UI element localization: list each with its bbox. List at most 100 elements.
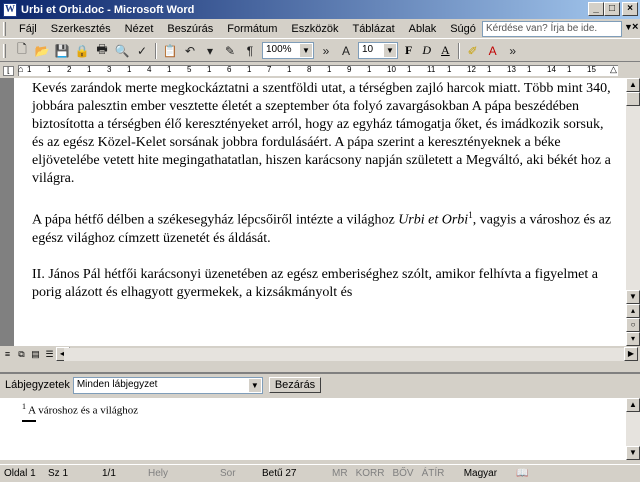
- status-extend[interactable]: BŐV: [388, 468, 417, 479]
- save-icon[interactable]: 💾: [52, 41, 72, 61]
- paragraph-2: A pápa hétfő délben a székesegyház lépcs…: [32, 206, 612, 248]
- toolbar-options-icon[interactable]: »: [316, 41, 336, 61]
- styles-icon[interactable]: A: [336, 41, 356, 61]
- ruler: ⌊ 1 1 2 1 3 1 4 1 5 1 6 1 7 1 8 1 9 1 10 1 11 1 12 1 13 1 14 1 15 ⌂ …: [0, 63, 640, 78]
- maximize-button[interactable]: □: [604, 2, 620, 16]
- document-text[interactable]: Kevés zarándok merte megkockáztatni a sz…: [32, 80, 612, 320]
- spelling-icon[interactable]: ✓: [132, 41, 152, 61]
- open-folder-icon[interactable]: 📂: [32, 41, 52, 61]
- font-color-icon[interactable]: A: [483, 41, 503, 61]
- minimize-button[interactable]: _: [588, 2, 604, 16]
- help-search-input[interactable]: Kérdése van? Írja be ide.: [482, 21, 622, 37]
- document-page[interactable]: Kevés zarándok merte megkockáztatni a sz…: [14, 78, 626, 346]
- paste-icon[interactable]: 📋: [160, 41, 180, 61]
- footnote-pane: Lábjegyzetek Minden lábjegyzet ▼ Bezárás…: [0, 372, 640, 460]
- chevron-down-icon[interactable]: ▼: [248, 378, 261, 392]
- ruler-number: 1: [27, 65, 32, 74]
- ruler-number: 1: [567, 65, 572, 74]
- menu-format[interactable]: Formátum: [220, 23, 284, 35]
- status-overtype[interactable]: ÁTÍR: [418, 468, 449, 479]
- menu-file[interactable]: Fájl: [12, 23, 44, 35]
- ruler-number: 1: [287, 65, 292, 74]
- document-area: Kevés zarándok merte megkockáztatni a sz…: [0, 78, 640, 346]
- highlight-icon[interactable]: ✐: [463, 41, 483, 61]
- scroll-down-icon[interactable]: ▼: [626, 446, 640, 460]
- outline-view-icon[interactable]: ☰: [43, 348, 56, 361]
- scroll-down-icon[interactable]: ▼: [626, 290, 640, 304]
- zoom-value: 100%: [266, 44, 292, 55]
- ruler-number: 1: [87, 65, 92, 74]
- tab-selector-icon[interactable]: ⌊: [3, 66, 14, 76]
- standard-toolbar: 🗋 📂 💾 🔒 🖶 🔍 ✓ 📋 ↶ ▾ ✎ ¶ 100% ▼ » A 10 ▼ …: [0, 40, 640, 62]
- document-close-icon[interactable]: ×: [632, 21, 638, 33]
- bold-button[interactable]: F: [400, 43, 417, 58]
- next-page-icon[interactable]: ▾: [626, 332, 640, 346]
- footnote-scrollbar[interactable]: ▲ ▼: [626, 398, 640, 460]
- ruler-number: 4: [147, 65, 152, 74]
- word-app-icon[interactable]: W: [3, 2, 17, 17]
- font-size-select[interactable]: 10 ▼: [358, 42, 398, 59]
- zoom-select[interactable]: 100% ▼: [262, 42, 314, 59]
- ruler-number: 5: [187, 65, 192, 74]
- undo-icon[interactable]: ↶: [180, 41, 200, 61]
- vertical-scrollbar[interactable]: ▲ ▼ ▴ ○ ▾: [626, 78, 640, 346]
- web-view-icon[interactable]: ⧉: [15, 348, 28, 361]
- footnote-content: A városhoz és a világhoz: [26, 404, 139, 417]
- footnote-close-button[interactable]: Bezárás: [268, 377, 322, 393]
- menu-grip[interactable]: [3, 21, 6, 36]
- ruler-number: 1: [327, 65, 332, 74]
- ruler-number: 12: [467, 65, 476, 74]
- ruler-number: 9: [347, 65, 352, 74]
- menu-edit[interactable]: Szerkesztés: [44, 23, 118, 35]
- spelling-status-icon[interactable]: 📖: [512, 468, 532, 479]
- menu-help[interactable]: Súgó: [443, 23, 483, 35]
- close-button[interactable]: ×: [622, 2, 638, 16]
- status-track-changes[interactable]: KORR: [352, 468, 389, 479]
- menu-table[interactable]: Táblázat: [345, 23, 401, 35]
- previous-page-icon[interactable]: ▴: [626, 304, 640, 318]
- window-title: Urbi et Orbi.doc - Microsoft Word: [21, 3, 195, 16]
- ruler-number: 1: [47, 65, 52, 74]
- underline-button[interactable]: A: [436, 43, 455, 58]
- toolbar-more-icon[interactable]: »: [503, 41, 523, 61]
- scroll-right-icon[interactable]: ▶: [624, 347, 638, 361]
- paragraph-3: II. János Pál hétfői karácsonyi üzenetéb…: [32, 266, 598, 300]
- browse-object-icon[interactable]: ○: [626, 318, 640, 332]
- ruler-number: 1: [527, 65, 532, 74]
- menu-tools[interactable]: Eszközök: [284, 23, 345, 35]
- chevron-down-icon[interactable]: ▼: [384, 44, 396, 57]
- normal-view-icon[interactable]: ≡: [1, 348, 14, 361]
- menu-insert[interactable]: Beszúrás: [160, 23, 220, 35]
- print-view-icon[interactable]: ▤: [29, 348, 42, 361]
- ruler-track[interactable]: 1 1 2 1 3 1 4 1 5 1 6 1 7 1 8 1 9 1 10 1 11 1 12 1 13 1 14 1 15: [18, 65, 618, 76]
- menu-view[interactable]: Nézet: [118, 23, 161, 35]
- right-indent-marker-icon[interactable]: △: [610, 64, 617, 75]
- ruler-number: 1: [487, 65, 492, 74]
- scroll-thumb[interactable]: [626, 92, 640, 106]
- horizontal-scrollbar[interactable]: [64, 348, 624, 361]
- permission-icon[interactable]: 🔒: [72, 41, 92, 61]
- menu-window[interactable]: Ablak: [402, 23, 444, 35]
- toolbar-grip[interactable]: [3, 43, 6, 58]
- print-icon[interactable]: 🖶: [92, 41, 112, 61]
- status-column: Betű 27: [262, 468, 297, 479]
- new-document-icon[interactable]: 🗋: [12, 41, 32, 61]
- undo-dropdown-icon[interactable]: ▾: [200, 41, 220, 61]
- show-formatting-icon[interactable]: ¶: [240, 41, 260, 61]
- ruler-number: 2: [67, 65, 72, 74]
- scroll-up-icon[interactable]: ▲: [626, 78, 640, 92]
- italic-button[interactable]: D: [417, 43, 436, 58]
- toolbar-separator: [155, 42, 157, 59]
- ruler-number: 11: [427, 65, 436, 74]
- footnote-body[interactable]: 1 A városhoz és a világhoz: [0, 398, 626, 460]
- toolbar-separator: [457, 42, 460, 59]
- status-record[interactable]: MR: [328, 468, 352, 479]
- scroll-up-icon[interactable]: ▲: [626, 398, 640, 412]
- drawing-icon[interactable]: ✎: [220, 41, 240, 61]
- left-indent-marker-icon[interactable]: ⌂: [18, 64, 23, 74]
- emphasized-text: Urbi et Orbi: [398, 212, 469, 228]
- chevron-down-icon[interactable]: ▼: [300, 44, 312, 57]
- ruler-number: 15: [587, 65, 596, 74]
- print-preview-icon[interactable]: 🔍: [112, 41, 132, 61]
- footnote-select[interactable]: Minden lábjegyzet ▼: [72, 376, 263, 394]
